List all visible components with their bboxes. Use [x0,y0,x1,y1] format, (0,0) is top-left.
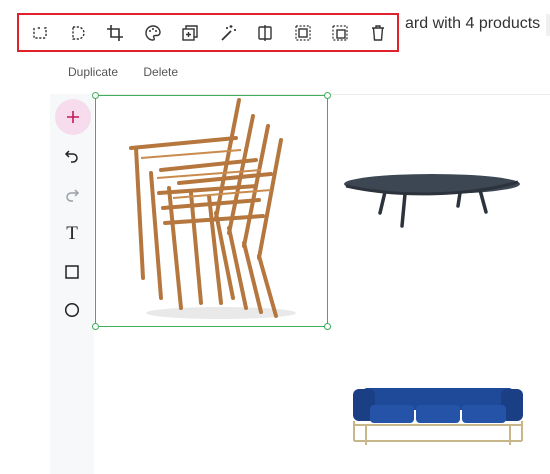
send-back-button[interactable] [329,22,351,44]
resize-handle-top-left[interactable] [92,92,99,99]
layer-add-icon [182,24,198,41]
palette-button[interactable] [142,22,164,44]
magic-wand-icon [221,24,236,41]
flip-icon [258,24,272,41]
action-row: Duplicate Delete [68,65,200,79]
duplicate-button[interactable]: Duplicate [68,65,118,79]
select-shape-button[interactable] [67,22,89,44]
redo-button[interactable] [52,180,92,210]
text-tool-button[interactable]: T [52,219,92,249]
trash-icon [371,24,384,41]
select-frame-button[interactable] [29,22,51,44]
send-back-icon [332,24,348,41]
crop-icon [107,24,124,41]
blue-sofa-image[interactable] [348,385,528,447]
rectangle-tool-button[interactable] [52,257,92,287]
left-toolbar: T [50,94,94,474]
delete-text-button[interactable]: Delete [143,65,178,79]
crop-button[interactable] [104,22,126,44]
undo-button[interactable] [52,141,92,171]
delete-button[interactable] [367,22,389,44]
add-layer-button[interactable] [179,22,201,44]
redo-icon [66,189,80,202]
circle-tool-button[interactable] [52,295,92,325]
flip-button[interactable] [254,22,276,44]
title-bar-edge [546,14,550,36]
undo-icon [64,150,78,163]
bring-front-icon [295,24,311,41]
circle-tool-icon [64,302,80,318]
resize-handle-bottom-left[interactable] [92,323,99,330]
add-button[interactable] [55,99,91,135]
select-frame-icon [33,26,47,39]
rectangle-tool-icon [65,265,79,279]
resize-handle-top-right[interactable] [324,92,331,99]
stacked-chairs-image[interactable] [121,98,296,323]
palette-icon [144,24,161,41]
selected-image-frame[interactable] [92,92,331,330]
magic-wand-button[interactable] [217,22,239,44]
board-title: ard with 4 products [405,15,541,32]
text-tool-icon: T [66,223,78,244]
bring-front-button[interactable] [292,22,314,44]
resize-handle-bottom-right[interactable] [324,323,331,330]
add-icon [67,111,79,123]
coffee-table-image[interactable] [340,168,522,233]
select-shape-icon [71,25,85,40]
image-edit-toolbar [17,13,399,52]
